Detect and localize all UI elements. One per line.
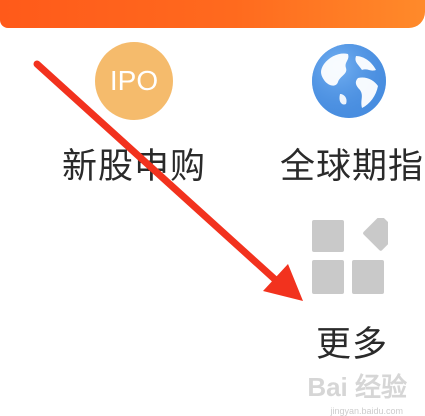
menu-item-ipo[interactable]: IPO 新股申购: [40, 42, 220, 187]
screen: IPO 新股申购 全球期指 更多 Bai 经验 jingyan.baidu.co…: [0, 0, 425, 416]
menu-item-ipo-label: 新股申购: [62, 147, 207, 187]
menu-item-global-futures-label: 全球期指: [280, 147, 425, 187]
ipo-icon: IPO: [95, 42, 173, 120]
menu-item-more-label: 更多: [316, 325, 389, 365]
watermark-url: jingyan.baidu.com: [330, 406, 403, 416]
globe-icon: [312, 44, 386, 118]
menu-item-more[interactable]: 更多: [290, 210, 410, 370]
menu-item-global-futures[interactable]: 全球期指: [270, 42, 425, 187]
top-bar: [0, 0, 425, 28]
grid-more-icon: [312, 218, 388, 294]
watermark-logo: Bai 经验: [307, 372, 407, 402]
